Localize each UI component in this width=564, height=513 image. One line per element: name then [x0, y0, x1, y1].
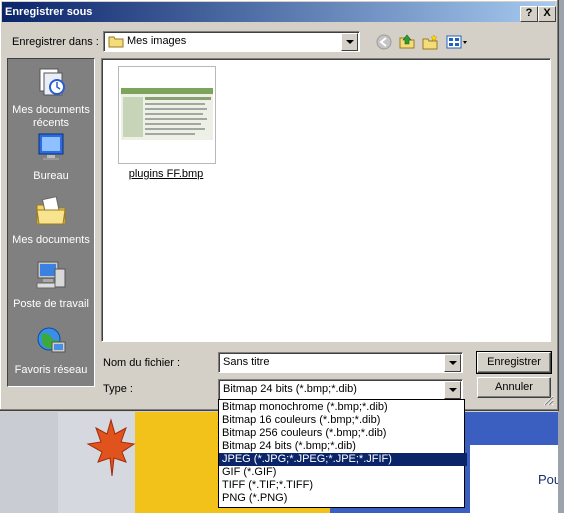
filename-value: Sans titre [223, 356, 270, 368]
type-options-list[interactable]: Bitmap monochrome (*.bmp;*.dib) Bitmap 1… [218, 399, 467, 508]
save-in-dropdown[interactable]: Mes images [103, 31, 360, 52]
type-option-selected[interactable]: JPEG (*.JPG;*.JPEG;*.JPE;*.JFIF) [219, 453, 467, 466]
resize-grip-icon[interactable] [542, 394, 554, 406]
maple-leaf-icon [86, 418, 136, 477]
chevron-down-icon[interactable] [341, 33, 358, 51]
type-option[interactable]: Bitmap 16 couleurs (*.bmp;*.dib) [219, 414, 467, 427]
filename-label: Nom du fichier : [103, 357, 181, 369]
help-button[interactable]: ? [520, 6, 538, 22]
type-option[interactable]: Bitmap 256 couleurs (*.bmp;*.dib) [219, 427, 467, 440]
my-documents-icon [36, 196, 66, 225]
file-name[interactable]: plugins FF.bmp [110, 168, 222, 180]
close-button[interactable]: X [538, 6, 556, 22]
file-list-pane[interactable]: plugins FF.bmp [101, 58, 551, 342]
view-menu-icon[interactable] [446, 34, 468, 50]
place-label: Favoris réseau [14, 364, 88, 376]
my-computer-icon [36, 261, 66, 289]
file-thumbnail [118, 66, 216, 164]
place-desktop[interactable]: Bureau [8, 131, 94, 183]
filename-input[interactable]: Sans titre [218, 352, 463, 373]
new-folder-icon[interactable] [422, 34, 438, 50]
chevron-down-icon[interactable] [444, 381, 461, 399]
type-option[interactable]: Bitmap 24 bits (*.bmp;*.dib) [219, 440, 467, 453]
type-value: Bitmap 24 bits (*.bmp;*.dib) [223, 383, 357, 395]
type-option[interactable]: PNG (*.PNG) [219, 492, 467, 505]
place-recent-documents[interactable]: Mes documents récents [8, 65, 94, 130]
place-label: Mes documents [12, 234, 90, 246]
type-option[interactable]: GIF (*.GIF) [219, 466, 467, 479]
save-in-value: Mes images [127, 35, 187, 47]
place-network-places[interactable]: Favoris réseau [8, 325, 94, 377]
thumbnail-image [121, 88, 213, 140]
type-dropdown[interactable]: Bitmap 24 bits (*.bmp;*.dib) [218, 379, 463, 400]
place-my-computer[interactable]: Poste de travail [8, 259, 94, 311]
cancel-button[interactable]: Annuler [477, 377, 551, 398]
save-button[interactable]: Enregistrer [476, 351, 552, 374]
type-option[interactable]: TIFF (*.TIF;*.TIFF) [219, 479, 467, 492]
desktop-icon [38, 133, 64, 160]
up-folder-icon[interactable] [399, 34, 415, 50]
chevron-down-icon[interactable] [444, 354, 461, 372]
back-icon[interactable] [376, 34, 392, 50]
type-option[interactable]: Bitmap monochrome (*.bmp;*.dib) [219, 401, 467, 414]
recent-documents-icon [39, 68, 65, 96]
place-label: Mes documents récents [12, 104, 90, 129]
place-my-documents[interactable]: Mes documents [8, 195, 94, 247]
save-in-label: Enregistrer dans : [12, 36, 99, 48]
places-bar: Mes documents récents Bureau Mes documen… [7, 58, 95, 387]
place-label: Bureau [33, 170, 69, 182]
dialog-title: Enregistrer sous [5, 6, 93, 18]
save-as-dialog: Enregistrer sous ? X Enregistrer dans : … [0, 0, 559, 411]
network-places-icon [37, 327, 66, 353]
place-label: Poste de travail [13, 298, 89, 310]
title-bar[interactable]: Enregistrer sous ? X [2, 2, 556, 22]
type-label: Type : [103, 383, 133, 395]
folder-icon [108, 36, 124, 48]
